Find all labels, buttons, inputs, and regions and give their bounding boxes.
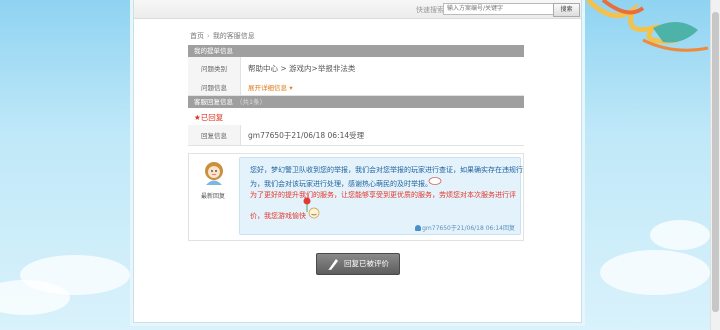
evaluate-button-label: 回复已被评价 (344, 259, 389, 268)
breadcrumb: 首页 › 我的客服信息 (190, 31, 255, 41)
page-scrollbar[interactable] (710, 0, 720, 330)
reply-message-line: 为了更好的提升我们的服务，让您能够享受到更优质的服务，劳烦您对本次服务进行评 (250, 191, 516, 199)
breadcrumb-home-link[interactable]: 首页 (190, 32, 204, 40)
reply-section-title: 客服回复信息 (194, 98, 233, 106)
reply-section-header: 客服回复信息 （共1条） (188, 96, 524, 108)
scrollbar-thumb[interactable] (712, 12, 719, 312)
question-category-value: 帮助中心 > 游戏内>举报非法类 (248, 64, 356, 73)
expand-details-text: 展开详细信息 (248, 84, 287, 92)
avatar-label: 最新回复 (201, 193, 226, 200)
search-input[interactable] (443, 3, 555, 15)
breadcrumb-current: 我的客服信息 (212, 32, 255, 40)
question-info-row: 问题信息 展开详细信息 ▾ (188, 79, 524, 96)
question-category-label: 问题类别 (188, 57, 241, 79)
hand-emoticon-icon (428, 177, 442, 185)
reply-message-line: 为，我们会对该玩家进行处理，感谢热心萌民的及时举报。 (250, 180, 432, 188)
cloud-decoration (650, 220, 710, 250)
expand-details-link[interactable]: 展开详细信息 ▾ (248, 82, 293, 92)
question-info-label: 问题信息 (188, 79, 241, 95)
cloud-decoration (600, 250, 710, 295)
avatar (205, 162, 223, 185)
user-icon (415, 225, 422, 231)
reply-status: ★已回复 (194, 113, 224, 122)
reply-count: （共1条） (236, 98, 267, 106)
main-panel: 快速搜索： 搜索 首页›我的客服信息 我的提单信息 问题类别 帮助中心 > 游戏… (133, 0, 582, 323)
reply-signature: gm77650于21/06/18 06:14回复 (415, 223, 515, 232)
question-section-header: 我的提单信息 (188, 45, 524, 57)
pencil-icon (328, 259, 338, 270)
reply-info-label: 回复信息 (188, 125, 241, 145)
top-bar: 快速搜索： 搜索 (134, 0, 581, 19)
evaluate-button[interactable]: 回复已被评价 (316, 253, 400, 275)
reply-box: 最新回复 您好，梦幻警卫队收到您的举报，我们会对您举报的玩家进行查证，如果确实存… (188, 153, 524, 241)
search-button[interactable]: 搜索 (553, 3, 580, 17)
chevron-down-icon: ▾ (289, 84, 293, 92)
reply-info-row: 回复信息 gm77650于21/06/18 06:14受理 (188, 125, 524, 146)
question-category-row: 问题类别 帮助中心 > 游戏内>举报非法类 (188, 57, 524, 80)
reply-info-value: gm77650于21/06/18 06:14受理 (248, 131, 365, 140)
breadcrumb-separator-icon: › (207, 32, 210, 40)
bird-illustration (586, 0, 709, 52)
reply-message-line: 您好，梦幻警卫队收到您的举报，我们会对您举报的玩家进行查证，如果确实存在违规行 (250, 166, 523, 174)
question-section-title: 我的提单信息 (194, 47, 233, 55)
smile-emoticon-icon (308, 207, 320, 219)
reply-message-line: 价，我您游戏愉快 (250, 212, 306, 220)
reply-message-bubble: 您好，梦幻警卫队收到您的举报，我们会对您举报的玩家进行查证，如果确实存在违规行 … (239, 157, 523, 235)
